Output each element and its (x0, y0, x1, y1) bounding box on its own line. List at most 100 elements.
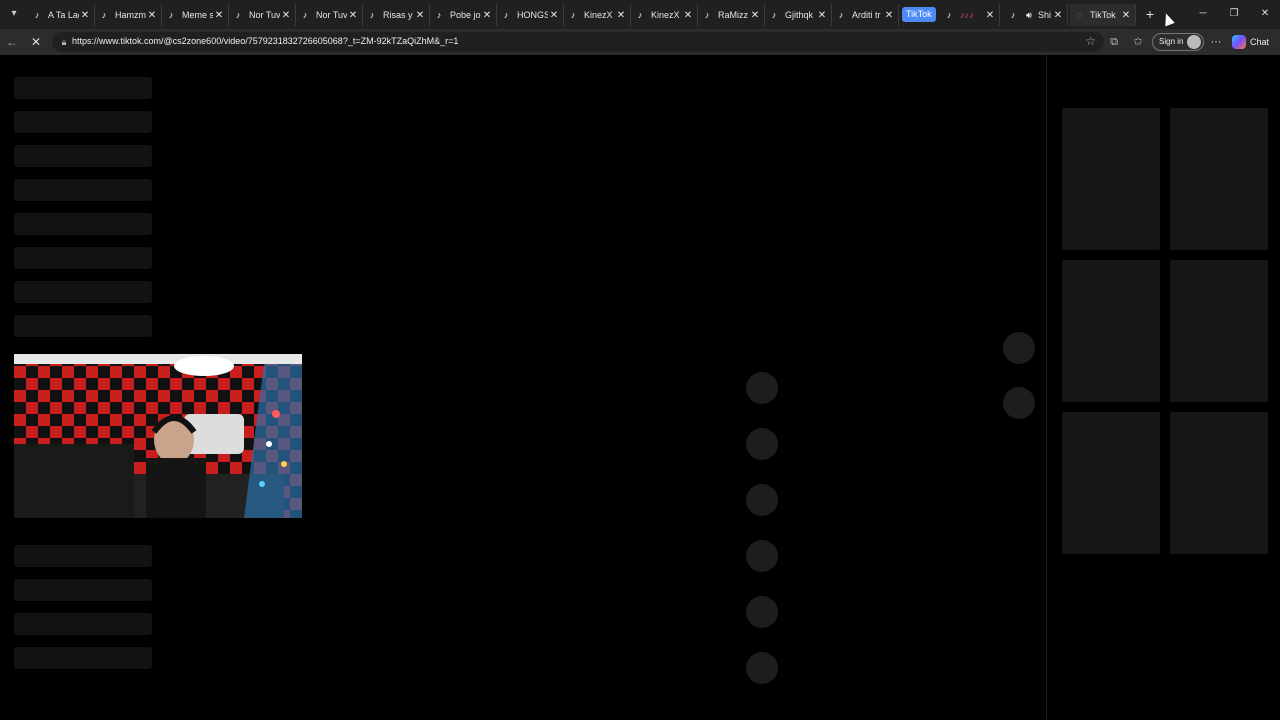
video-thumbnail-skeleton (1170, 412, 1268, 554)
close-tab-icon[interactable]: ✕ (749, 10, 761, 21)
action-button-skeleton (746, 372, 778, 404)
stop-loading-icon[interactable]: ✕ (28, 34, 44, 50)
tab[interactable]: ♪ Meme s ✕ (162, 4, 229, 26)
navigation-button-skeleton (1003, 332, 1035, 364)
tab-title: TikTok (1090, 10, 1116, 20)
nav-skeleton-item (14, 545, 152, 567)
nav-skeleton-item (14, 77, 152, 99)
group-tab[interactable]: ♪ 🔊︎ Shi ✕ (1004, 4, 1068, 26)
tiktok-icon: ♪ (771, 10, 777, 20)
copilot-icon (1232, 35, 1246, 49)
nav-skeleton-item (14, 213, 152, 235)
tiktok-icon: ♪ (946, 10, 952, 20)
tiktok-page (0, 55, 1280, 720)
tab-title: HONGS (517, 10, 548, 20)
nav-skeleton-item (14, 179, 152, 201)
tab[interactable]: ♪ Hamzm ✕ (95, 4, 162, 26)
new-tab-plus-icon[interactable]: + (1142, 6, 1158, 22)
speaker-icon[interactable]: 🔊︎ (1024, 10, 1034, 20)
favorites-icon[interactable]: ✩ (1130, 34, 1146, 50)
sign-in-button[interactable]: Sign in (1152, 33, 1204, 51)
tiktok-icon: ♪ (503, 10, 509, 20)
tiktok-icon: ♪ (570, 10, 576, 20)
tiktok-icon: ♪ (34, 10, 40, 20)
panel-divider (1046, 55, 1047, 720)
back-arrow-icon[interactable]: ← (4, 34, 20, 50)
tiktok-icon: ♪ (235, 10, 241, 20)
nav-skeleton-item (14, 281, 152, 303)
tab-actions-menu-button[interactable]: ▾ (6, 6, 22, 22)
tab-title: Pobe joi (450, 10, 481, 20)
action-button-skeleton (746, 596, 778, 628)
tab-title: Meme s (182, 10, 213, 20)
nav-skeleton-item (14, 613, 152, 635)
tab-group-label[interactable]: TikTok (902, 7, 936, 22)
copilot-chat-button[interactable]: Chat (1232, 33, 1269, 51)
tab[interactable]: ♪ Nor Tuv ✕ (296, 4, 363, 26)
close-tab-icon[interactable]: ✕ (1052, 10, 1064, 21)
nav-skeleton-item (14, 315, 152, 337)
extensions-puzzle-icon[interactable]: ⧉ (1106, 34, 1122, 50)
nav-skeleton-item (14, 247, 152, 269)
tab[interactable]: ♪ Arditi tr ✕ (832, 4, 899, 26)
tab[interactable]: ♪ HONGS ✕ (497, 4, 564, 26)
nav-skeleton-item (14, 145, 152, 167)
close-tab-icon[interactable]: ✕ (347, 10, 359, 21)
close-tab-icon[interactable]: ✕ (548, 10, 560, 21)
tab-strip: ♪A Ta Lag✕ ♪Hamzm✕ ♪Meme s✕ ♪Nor Tuv✕ ♪N… (28, 4, 899, 26)
webcam-overlay (14, 354, 302, 518)
tab[interactable]: ♪ A Ta Lag✕ (28, 4, 95, 26)
close-tab-icon[interactable]: ✕ (280, 10, 292, 21)
tab[interactable]: ♪ Nor Tuv ✕ (229, 4, 296, 26)
tiktok-icon: ♪ (704, 10, 710, 20)
sign-in-label: Sign in (1159, 37, 1184, 46)
video-thumbnail-skeleton (1170, 108, 1268, 250)
close-tab-icon[interactable]: ✕ (213, 10, 225, 21)
active-tab[interactable]: ◌ TikTok ✕ (1070, 4, 1136, 26)
tab-title: Gjithqk (785, 10, 814, 20)
close-tab-icon[interactable]: ✕ (1120, 10, 1132, 21)
lock-icon[interactable]: 🔒︎ (58, 35, 70, 49)
tab-title: Hamzm (115, 10, 146, 20)
close-tab-icon[interactable]: ✕ (682, 10, 694, 21)
minimize-icon[interactable]: ─ (1195, 6, 1211, 22)
close-tab-icon[interactable]: ✕ (883, 10, 895, 21)
tab[interactable]: ♪ Gjithqk ✕ (765, 4, 832, 26)
tab[interactable]: ♪ RaMizz ✕ (698, 4, 765, 26)
group-tab[interactable]: ♪ ♪♪♪ ✕ (940, 4, 1000, 26)
favorite-star-icon[interactable]: ☆ (1085, 34, 1096, 48)
tiktok-icon: ♪ (302, 10, 308, 20)
video-thumbnail-skeleton (1062, 412, 1160, 554)
close-window-icon[interactable]: ✕ (1257, 6, 1273, 22)
tab[interactable]: ♪ Pobe joi ✕ (430, 4, 497, 26)
nav-skeleton-item (14, 111, 152, 133)
chat-label: Chat (1250, 37, 1270, 47)
more-options-icon[interactable]: ⋯ (1208, 34, 1224, 50)
webcam-feed-image (14, 354, 302, 518)
close-tab-icon[interactable]: ✕ (414, 10, 426, 21)
tab-title: A Ta Lag (48, 10, 79, 20)
tab[interactable]: ♪ KinezX ✕ (631, 4, 698, 26)
close-tab-icon[interactable]: ✕ (79, 10, 91, 21)
tab[interactable]: ♪ Risas y ✕ (363, 4, 430, 26)
tab-title: Arditi tr (852, 10, 881, 20)
action-button-skeleton (746, 428, 778, 460)
close-tab-icon[interactable]: ✕ (816, 10, 828, 21)
address-bar[interactable]: 🔒︎ https://www.tiktok.com/@cs2zone600/vi… (52, 32, 1104, 52)
url-text[interactable]: https://www.tiktok.com/@cs2zone600/video… (72, 36, 458, 46)
close-tab-icon[interactable]: ✕ (615, 10, 627, 21)
restore-icon[interactable]: ❐ (1226, 6, 1242, 22)
nav-skeleton-item (14, 647, 152, 669)
loading-spinner-icon: ◌ (1076, 10, 1082, 20)
tiktok-icon: ♪ (369, 10, 375, 20)
tab-title: ♪♪♪ (960, 10, 974, 20)
close-tab-icon[interactable]: ✕ (146, 10, 158, 21)
tab-title: Risas y (383, 10, 413, 20)
close-tab-icon[interactable]: ✕ (984, 10, 996, 21)
tab[interactable]: ♪ KinezX ✕ (564, 4, 631, 26)
nav-skeleton-item (14, 579, 152, 601)
video-thumbnail-skeleton (1062, 108, 1160, 250)
tiktok-icon: ♪ (1010, 10, 1016, 20)
tiktok-icon: ♪ (838, 10, 844, 20)
close-tab-icon[interactable]: ✕ (481, 10, 493, 21)
